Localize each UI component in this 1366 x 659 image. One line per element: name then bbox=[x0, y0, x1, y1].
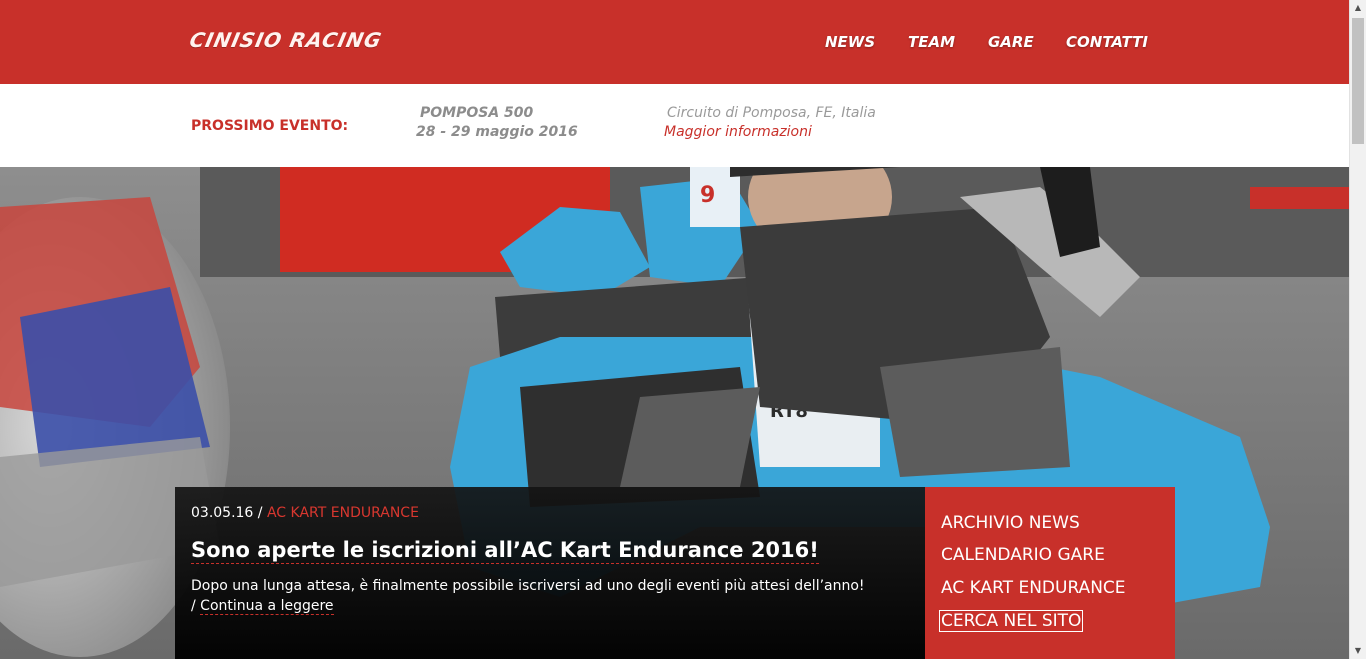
side-menu-archivio-news[interactable]: ARCHIVIO NEWS bbox=[941, 513, 1080, 533]
site-header: CINISIO RACING NEWS TEAM GARE CONTATTI bbox=[0, 0, 1349, 84]
nav-item-contatti[interactable]: CONTATTI bbox=[1066, 33, 1148, 51]
news-excerpt-block: Dopo una lunga attesa, è finalmente poss… bbox=[191, 576, 911, 616]
kart-number-back: 9 bbox=[700, 183, 715, 208]
side-menu-cerca-nel-sito[interactable]: CERCA NEL SITO bbox=[939, 610, 1084, 632]
news-excerpt: Dopo una lunga attesa, è finalmente poss… bbox=[191, 578, 865, 594]
side-menu-calendario-gare[interactable]: CALENDARIO GARE bbox=[941, 545, 1105, 565]
read-more-prefix: / bbox=[191, 598, 201, 614]
news-date: 03.05.16 bbox=[191, 505, 254, 521]
event-more-info-link[interactable]: Maggior informazioni bbox=[664, 124, 812, 140]
nav-item-gare[interactable]: GARE bbox=[988, 33, 1034, 51]
news-category-link[interactable]: AC KART ENDURANCE bbox=[267, 505, 419, 521]
scroll-down-arrow-icon[interactable]: ▼ bbox=[1350, 643, 1366, 659]
nav-item-news[interactable]: NEWS bbox=[825, 33, 875, 51]
scroll-up-arrow-icon[interactable]: ▲ bbox=[1350, 0, 1366, 16]
news-meta-separator: / bbox=[253, 505, 267, 521]
event-date: 28 - 29 maggio 2016 bbox=[416, 124, 578, 140]
featured-news-box: 03.05.16 / AC KART ENDURANCE Sono aperte… bbox=[175, 487, 925, 659]
main-nav: NEWS TEAM GARE CONTATTI bbox=[0, 33, 1349, 53]
page-scrollbar[interactable]: ▲ ▼ bbox=[1349, 0, 1366, 659]
read-more-link[interactable]: Continua a leggere bbox=[200, 598, 334, 615]
side-menu-ac-kart-endurance[interactable]: AC KART ENDURANCE bbox=[941, 578, 1126, 598]
scroll-thumb[interactable] bbox=[1352, 18, 1364, 144]
next-event-bar: PROSSIMO EVENTO: POMPOSA 500 28 - 29 mag… bbox=[0, 84, 1349, 167]
event-name: POMPOSA 500 bbox=[420, 105, 534, 121]
nav-item-team[interactable]: TEAM bbox=[908, 33, 955, 51]
side-menu-box: ARCHIVIO NEWS CALENDARIO GARE AC KART EN… bbox=[925, 487, 1175, 659]
news-meta: 03.05.16 / AC KART ENDURANCE bbox=[191, 505, 419, 521]
event-location: Circuito di Pomposa, FE, Italia bbox=[667, 105, 876, 121]
next-event-label: PROSSIMO EVENTO: bbox=[191, 118, 349, 134]
news-title-link[interactable]: Sono aperte le iscrizioni all’AC Kart En… bbox=[191, 537, 819, 564]
